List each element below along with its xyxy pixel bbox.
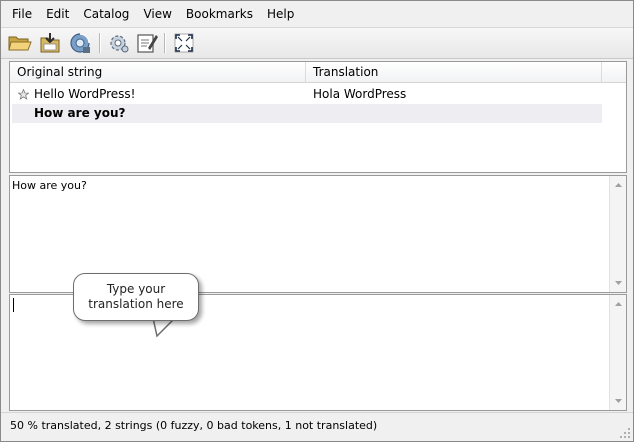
source-text: How are you? — [12, 179, 87, 192]
toolbar-separator — [164, 33, 166, 53]
settings-gear-icon — [110, 35, 129, 53]
row-translation-text: Hola WordPress — [313, 87, 407, 101]
row-original-text: Hello WordPress! — [34, 87, 136, 101]
menu-bookmarks[interactable]: Bookmarks — [179, 4, 260, 24]
callout-line-1: Type your — [106, 282, 166, 296]
update-catalog-button[interactable] — [67, 31, 93, 55]
save-button[interactable] — [37, 31, 63, 55]
resize-grip-icon[interactable] — [620, 428, 631, 439]
scroll-down-icon[interactable] — [610, 394, 626, 408]
text-caret — [13, 298, 14, 312]
callout-line-2: translation here — [88, 297, 184, 311]
star-icon — [18, 89, 29, 100]
callout-tail — [151, 318, 177, 338]
open-button[interactable] — [7, 31, 33, 55]
status-bar: 50 % translated, 2 strings (0 fuzzy, 0 b… — [1, 412, 633, 441]
table-row[interactable]: Hello WordPress! Hola WordPress — [12, 85, 602, 104]
column-header-translation[interactable]: Translation — [306, 62, 602, 82]
save-icon — [40, 33, 60, 53]
source-scrollbar[interactable] — [609, 176, 626, 292]
column-header-original[interactable]: Original string — [10, 62, 306, 82]
update-catalog-icon — [70, 33, 90, 53]
menu-file[interactable]: File — [5, 4, 39, 24]
menu-edit[interactable]: Edit — [39, 4, 76, 24]
strings-list[interactable]: Original string Translation Hello WordPr… — [9, 61, 627, 173]
row-original-text: How are you? — [34, 106, 126, 120]
status-text: 50 % translated, 2 strings (0 fuzzy, 0 b… — [10, 419, 378, 432]
translation-scrollbar[interactable] — [609, 295, 626, 410]
scroll-up-icon[interactable] — [610, 297, 626, 311]
toolbar-separator — [99, 33, 101, 53]
settings-button[interactable] — [105, 31, 131, 55]
scroll-down-icon[interactable] — [610, 276, 626, 290]
edit-comment-icon — [137, 34, 158, 53]
menu-help[interactable]: Help — [260, 4, 301, 24]
table-row-selected[interactable]: How are you? — [12, 104, 602, 123]
toolbar — [1, 27, 633, 59]
fullscreen-button[interactable] — [171, 31, 197, 55]
poedit-window: File Edit Catalog View Bookmarks Help Or… — [0, 0, 634, 442]
scroll-up-icon[interactable] — [610, 178, 626, 192]
open-folder-icon — [8, 36, 32, 51]
menu-view[interactable]: View — [136, 4, 178, 24]
callout-tooltip: Type your translation here — [73, 273, 199, 321]
menu-catalog[interactable]: Catalog — [76, 4, 136, 24]
list-header: Original string Translation — [10, 62, 626, 83]
edit-comment-button[interactable] — [134, 31, 160, 55]
fullscreen-icon — [174, 33, 194, 53]
menu-bar: File Edit Catalog View Bookmarks Help — [1, 1, 633, 27]
